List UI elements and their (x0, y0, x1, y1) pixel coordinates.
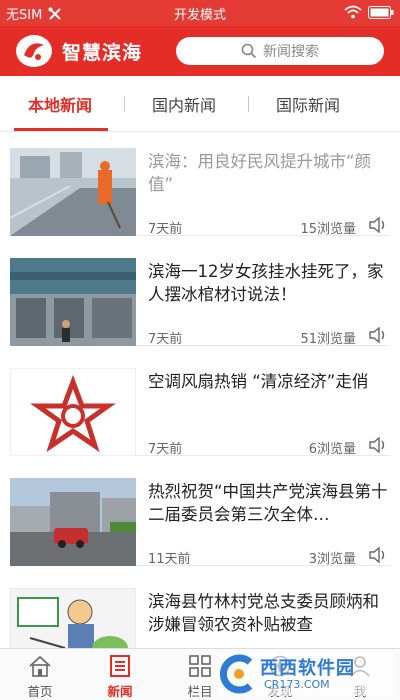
search-input[interactable]: 新闻搜索 (176, 37, 384, 65)
watermark-overlay: 西西软件园 CR173.COM (218, 652, 394, 696)
speaker-icon[interactable] (368, 546, 388, 564)
status-right (344, 5, 394, 19)
news-icon (110, 655, 130, 677)
wifi-icon (344, 5, 362, 19)
watermark-text: 西西软件园 (260, 658, 355, 679)
news-thumbnail-star-logo (10, 368, 136, 456)
watermark-subtext: CR173.COM (264, 678, 330, 691)
news-views: 6浏览量 (308, 442, 356, 457)
news-views: 15浏览量 (300, 222, 356, 237)
news-views: 51浏览量 (300, 332, 356, 347)
nav-label-news: 新闻 (107, 684, 133, 699)
tab-international-news[interactable]: 国际新闻 (276, 92, 340, 116)
nav-item-home[interactable]: 首页 (0, 649, 80, 700)
battery-icon (368, 5, 394, 19)
app-header: 智慧滨海 新闻搜索 (0, 26, 400, 76)
news-item[interactable]: 滨海：用良好民风提升城市“颜值” 7天前 15浏览量 (10, 140, 390, 237)
news-item[interactable]: 滨海一12岁女孩挂水挂死了，家人摆冰棺材讨说法！ 7天前 51浏览量 (10, 250, 390, 347)
search-placeholder: 新闻搜索 (263, 44, 319, 60)
news-title: 滨海：用良好民风提升城市“颜值” (148, 152, 372, 194)
news-time: 7天前 (148, 222, 183, 237)
search-icon (241, 43, 257, 59)
status-bar: 无SIM 开发模式 (0, 0, 400, 26)
speaker-icon[interactable] (368, 326, 388, 344)
speaker-icon[interactable] (368, 216, 388, 234)
active-tab-indicator (14, 128, 108, 131)
watermark-logo-icon (220, 654, 253, 694)
tab-divider (248, 96, 249, 112)
nav-item-news[interactable]: 新闻 (80, 649, 160, 700)
tab-local-news[interactable]: 本地新闻 (28, 92, 92, 116)
news-views: 3浏览量 (308, 552, 356, 567)
news-thumbnail-road-building (10, 478, 136, 566)
tab-divider (124, 96, 125, 112)
news-tabs: 本地新闻 国内新闻 国际新闻 (0, 76, 400, 132)
status-center-text: 开发模式 (173, 8, 226, 23)
news-time: 7天前 (148, 332, 183, 347)
news-title: 滨海一12岁女孩挂水挂死了，家人摆冰棺材讨说法！ (148, 262, 384, 304)
app-title: 智慧滨海 (62, 42, 143, 64)
app-logo-icon (16, 35, 52, 67)
nav-label-home: 首页 (27, 684, 53, 699)
news-title: 滨海县竹林村党总支委员顾炳和涉嫌冒领农资补贴被查 (148, 592, 379, 634)
news-thumbnail-clinic-building (10, 258, 136, 346)
home-icon (29, 655, 51, 677)
news-title: 热烈祝贺“中国共产党滨海县第十二届委员会第三次全体… (148, 482, 388, 524)
news-item[interactable]: 空调风扇热销 “清凉经济”走俏 7天前 6浏览量 (10, 360, 390, 457)
news-item[interactable]: 热烈祝贺“中国共产党滨海县第十二届委员会第三次全体… 11天前 3浏览量 (10, 470, 390, 567)
grid-icon (189, 655, 211, 677)
news-time: 7天前 (148, 442, 183, 457)
speaker-icon[interactable] (368, 436, 388, 454)
news-time: 11天前 (148, 552, 191, 567)
news-title: 空调风扇热销 “清凉经济”走俏 (148, 372, 369, 391)
tab-domestic-news[interactable]: 国内新闻 (152, 92, 216, 116)
news-thumbnail-street-sweeper (10, 148, 136, 236)
